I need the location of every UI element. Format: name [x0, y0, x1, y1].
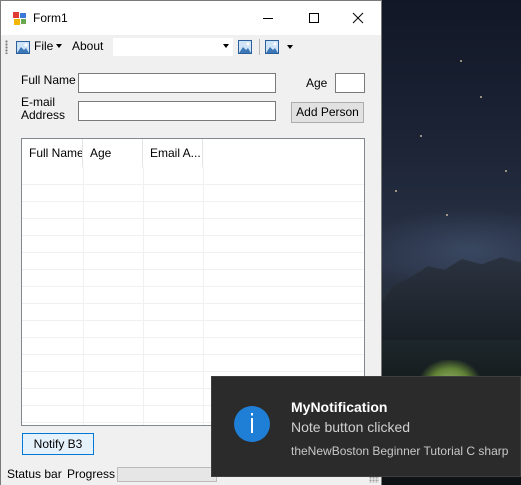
add-person-button[interactable]: Add Person: [291, 102, 364, 123]
listview-gridline: [22, 252, 364, 253]
email-input[interactable]: [78, 101, 276, 121]
combobox-dropdown-icon[interactable]: [223, 44, 229, 48]
toolbar-separator: [259, 39, 260, 55]
about-menu[interactable]: About: [72, 39, 103, 53]
maximize-button[interactable]: [291, 1, 337, 35]
listview-gridline: [22, 201, 364, 202]
close-icon: [352, 12, 364, 24]
window-title: Form1: [33, 11, 68, 25]
split-dropdown-icon[interactable]: [287, 45, 293, 49]
toast-source: theNewBoston Beginner Tutorial C sharp: [291, 444, 509, 458]
listview-header: Full Name Age Email A...: [22, 139, 364, 167]
full-name-input[interactable]: [78, 73, 276, 93]
age-label: Age: [306, 76, 328, 90]
status-label: Status bar: [7, 467, 62, 481]
toast-message: Note button clicked: [291, 419, 411, 435]
column-header-email[interactable]: Email A...: [143, 139, 203, 167]
info-icon: [234, 406, 270, 442]
wallpaper-star: [420, 135, 422, 137]
listview-gridline: [22, 354, 364, 355]
file-dropdown-icon[interactable]: [56, 44, 62, 48]
listview-column-divider: [83, 167, 84, 425]
listview-gridline: [22, 269, 364, 270]
wallpaper-star: [446, 214, 448, 216]
toolbar-image-button[interactable]: [237, 39, 253, 55]
minimize-button[interactable]: [245, 1, 291, 35]
notify-button[interactable]: Notify B3: [22, 433, 94, 455]
wallpaper-star: [505, 170, 507, 172]
age-input[interactable]: [335, 73, 365, 93]
toolbar-combobox[interactable]: [112, 37, 234, 57]
column-header-full-name[interactable]: Full Name: [22, 139, 83, 167]
progress-bar: [117, 467, 217, 482]
email-label-line2: Address: [21, 108, 66, 122]
toolstrip-grip[interactable]: [5, 40, 8, 54]
listview-gridline: [22, 184, 364, 185]
progress-label: Progress: [67, 467, 116, 481]
file-image-icon: [16, 41, 30, 54]
toast-notification[interactable]: MyNotification Note button clicked theNe…: [211, 376, 521, 477]
wallpaper-star: [395, 190, 397, 192]
info-glyph: [251, 413, 253, 433]
listview-column-divider: [143, 167, 144, 425]
column-header-age[interactable]: Age: [83, 139, 143, 167]
full-name-label: Full Name: [21, 73, 76, 87]
listview-gridline: [22, 303, 364, 304]
minimize-icon: [263, 18, 273, 19]
title-bar[interactable]: Form1: [1, 1, 381, 35]
listview-gridline: [22, 218, 364, 219]
listview-gridline: [22, 320, 364, 321]
listview-gridline: [22, 337, 364, 338]
menu-toolstrip: File About: [1, 35, 381, 59]
close-button[interactable]: [335, 1, 381, 35]
listview-gridline: [22, 235, 364, 236]
listview-gridline: [22, 286, 364, 287]
maximize-icon: [309, 13, 319, 23]
toast-title: MyNotification: [291, 399, 388, 415]
wallpaper-star: [480, 96, 482, 98]
file-menu[interactable]: File: [34, 39, 53, 53]
listview-gridline: [22, 371, 364, 372]
wallpaper-mountains: [380, 257, 521, 340]
app-icon: [13, 12, 26, 25]
wallpaper-star: [460, 60, 462, 62]
listview-column-divider: [203, 167, 204, 425]
